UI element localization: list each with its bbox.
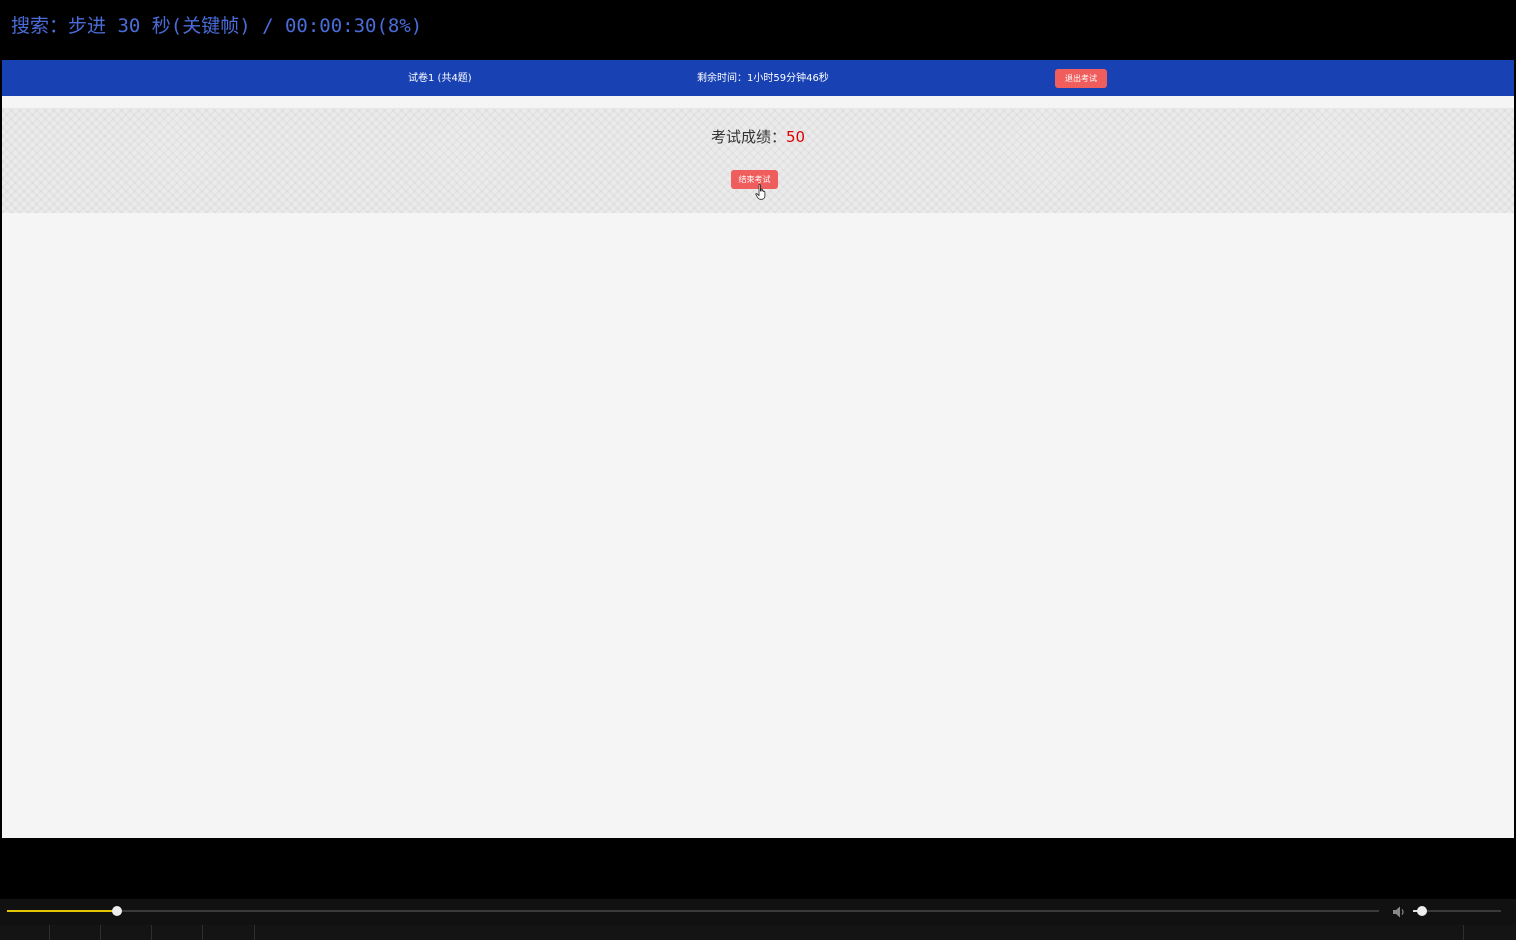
toolbar-slot[interactable] bbox=[101, 925, 152, 940]
remaining-time: 剩余时间：1小时59分钟46秒 bbox=[697, 73, 829, 84]
score-label: 考试成绩： bbox=[710, 128, 786, 146]
seek-progress bbox=[7, 910, 117, 912]
volume-icon[interactable] bbox=[1391, 904, 1407, 920]
seek-bar[interactable] bbox=[7, 906, 1379, 916]
hand-cursor-icon bbox=[755, 184, 766, 200]
toolbar-slot[interactable] bbox=[1463, 925, 1464, 940]
toolbar-slot[interactable] bbox=[152, 925, 203, 940]
player-osd-text: 搜索：步进 30 秒(关键帧) / 00:00:30(8%) bbox=[11, 15, 423, 37]
exam-title: 试卷1 (共4题) bbox=[408, 73, 472, 84]
toolbar-slot[interactable] bbox=[50, 925, 101, 940]
bottom-toolbar bbox=[0, 925, 1516, 940]
exam-top-bar: 试卷1 (共4题) 剩余时间：1小时59分钟46秒 退出考试 bbox=[2, 60, 1514, 96]
seek-thumb[interactable] bbox=[111, 906, 122, 916]
score-value: 50 bbox=[785, 128, 806, 146]
score-line: 考试成绩：50 bbox=[2, 126, 1514, 147]
browser-viewport: 试卷1 (共4题) 剩余时间：1小时59分钟46秒 退出考试 考试成绩：50 结… bbox=[2, 60, 1514, 838]
toolbar-slot[interactable] bbox=[203, 925, 255, 940]
volume-thumb[interactable] bbox=[1416, 906, 1427, 916]
volume-slider[interactable] bbox=[1413, 906, 1501, 916]
player-controls bbox=[0, 899, 1516, 925]
exit-exam-button[interactable]: 退出考试 bbox=[1055, 69, 1107, 88]
toolbar-slot[interactable] bbox=[0, 925, 50, 940]
